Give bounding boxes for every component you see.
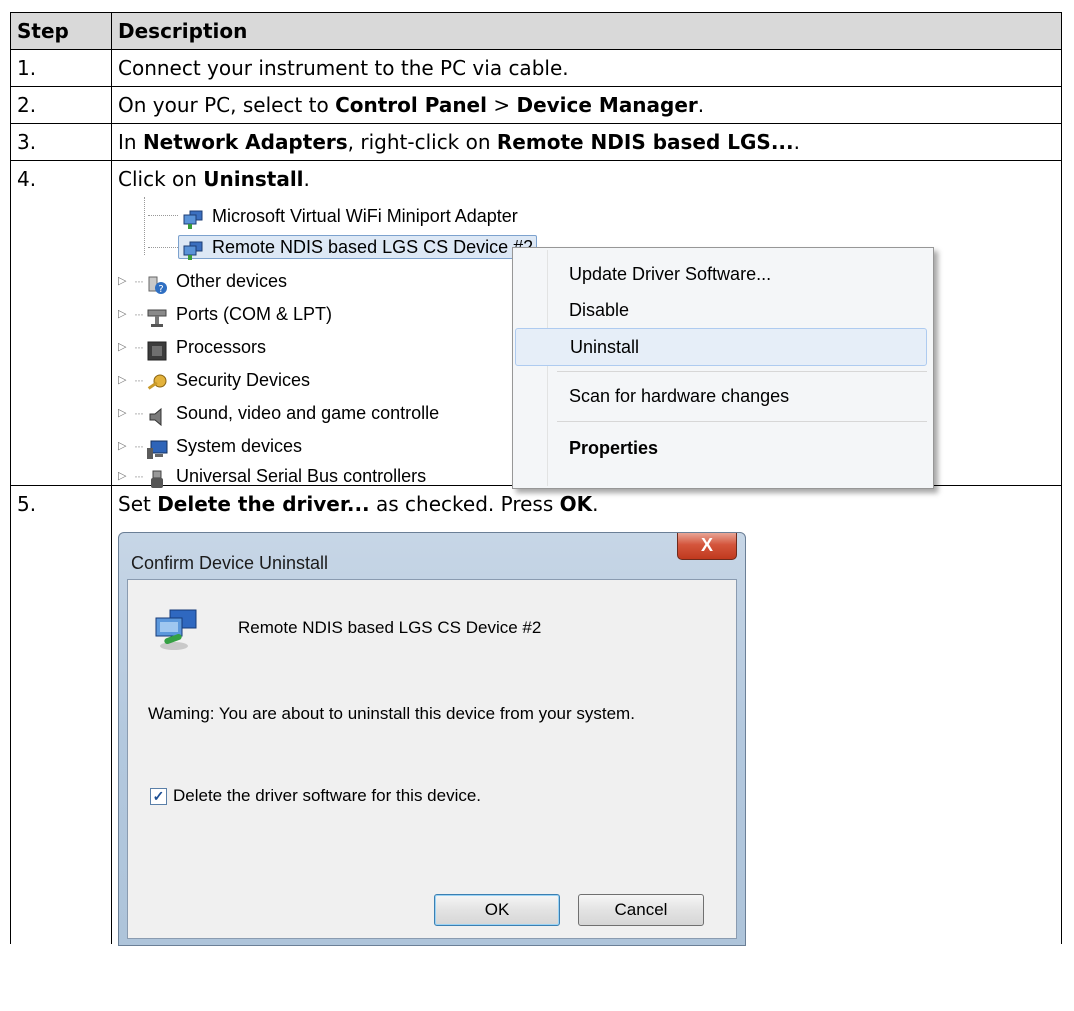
step-description: In Network Adapters, right-click on Remo… <box>111 123 1062 161</box>
tree-item-label: Ports (COM & LPT) <box>176 304 333 324</box>
menu-item-properties[interactable]: Properties <box>557 430 927 466</box>
tree-item-label: Security Devices <box>176 370 311 390</box>
menu-separator <box>557 371 927 372</box>
device-manager-screenshot: Microsoft Virtual WiFi Miniport Adapter … <box>118 197 948 489</box>
tree-item-label: Other devices <box>176 271 288 291</box>
step-bold-text: Control Panel <box>335 93 487 117</box>
step-description: On your PC, select to Control Panel > De… <box>111 86 1062 124</box>
tree-item-label: Universal Serial Bus controllers <box>176 466 427 486</box>
step-bold-text: Device Manager <box>516 93 698 117</box>
expand-arrow-icon[interactable]: ▷ <box>118 362 130 398</box>
step-number: 4. <box>10 160 112 486</box>
network-adapter-icon <box>182 206 204 229</box>
step-bold-text: OK <box>559 492 593 516</box>
step-text: . <box>592 492 599 516</box>
tree-item-ports[interactable]: ▷ ··· Ports (COM & LPT) <box>118 303 332 327</box>
context-menu: Update Driver Software... Disable Uninst… <box>512 247 934 489</box>
processor-icon <box>146 337 168 361</box>
step-text: In <box>118 130 143 154</box>
tree-item-other-devices[interactable]: ▷ ··· ? Other devices <box>118 270 287 295</box>
steps-table: Step Description 1. Connect your instrum… <box>10 12 1062 946</box>
tree-item-system-devices[interactable]: ▷ ··· System devices <box>118 435 302 459</box>
tree-item-security-devices[interactable]: ▷ ··· Security Devices <box>118 369 310 391</box>
tree-item-usb[interactable]: ▷ ··· Universal Serial Bus controllers <box>118 465 426 488</box>
expand-arrow-icon[interactable]: ▷ <box>118 395 130 431</box>
delete-driver-checkbox[interactable]: ✓ <box>150 787 167 805</box>
tree-item-label: Sound, video and game controlle <box>176 403 440 423</box>
menu-item-uninstall[interactable]: Uninstall <box>515 328 927 366</box>
menu-item-scan[interactable]: Scan for hardware changes <box>557 378 927 414</box>
step-bold-text: Remote NDIS based LGS... <box>496 130 794 154</box>
port-icon <box>146 304 168 327</box>
network-adapter-icon <box>182 237 204 260</box>
expand-arrow-icon[interactable]: ▷ <box>118 296 130 332</box>
table-row: 3. In Network Adapters, right-click on R… <box>10 123 1062 161</box>
step-text: Click on <box>118 167 204 191</box>
usb-icon <box>146 466 168 488</box>
step-description: Set Delete the driver... as checked. Pre… <box>111 485 1062 946</box>
expand-arrow-icon[interactable]: ▷ <box>118 329 130 365</box>
step-number: 3. <box>10 123 112 161</box>
header-step: Step <box>10 12 112 50</box>
expand-arrow-icon[interactable]: ▷ <box>118 263 130 299</box>
menu-item-update-driver[interactable]: Update Driver Software... <box>557 256 927 292</box>
checkbox-label: Delete the driver software for this devi… <box>173 786 482 805</box>
step-number: 2. <box>10 86 112 124</box>
table-header-row: Step Description <box>10 12 1062 50</box>
step-description: Click on Uninstall. Microsoft Virtual Wi… <box>111 160 1062 489</box>
tree-item-wifi-adapter[interactable]: Microsoft Virtual WiFi Miniport Adapter <box>182 205 518 229</box>
table-row: 2. On your PC, select to Control Panel >… <box>10 86 1062 124</box>
cancel-button[interactable]: Cancel <box>578 894 704 926</box>
warning-text: Waming: You are about to uninstall this … <box>148 704 635 723</box>
step-text: as checked. Press <box>369 492 560 516</box>
step-text: . <box>697 93 705 117</box>
tree-connector <box>148 247 178 248</box>
table-row: 4. Click on Uninstall. Microsoft Virtual… <box>10 160 1062 489</box>
tree-item-label: Remote NDIS based LGS CS Device #2 <box>212 237 534 257</box>
computer-icon <box>146 436 168 459</box>
menu-separator <box>557 421 927 422</box>
tree-connector <box>148 215 178 216</box>
header-description: Description <box>111 12 1062 50</box>
step-text: , right-click on <box>347 130 497 154</box>
menu-gutter <box>547 250 548 486</box>
network-device-icon <box>152 606 200 654</box>
tree-item-label: Processors <box>176 337 267 357</box>
tree-item-sound[interactable]: ▷ ··· Sound, video and game controlle <box>118 402 439 427</box>
confirm-dialog: Confirm Device Uninstall X Remote NDIS b… <box>118 532 746 946</box>
table-row: 5. Set Delete the driver... as checked. … <box>10 485 1062 946</box>
step-text: Connect your instrument to the PC via ca… <box>118 56 569 80</box>
step-number: 1. <box>10 49 112 87</box>
tree-item-remote-ndis[interactable]: Remote NDIS based LGS CS Device #2 <box>178 235 538 260</box>
step-text: Set <box>118 492 158 516</box>
expand-arrow-icon[interactable]: ▷ <box>118 458 130 494</box>
dialog-title: Confirm Device Uninstall <box>131 553 329 573</box>
delete-driver-option[interactable]: ✓ Delete the driver software for this de… <box>150 778 481 814</box>
step-text: . <box>793 130 800 154</box>
close-button[interactable]: X <box>677 533 737 560</box>
dialog-body: Remote NDIS based LGS CS Device #2 Wamin… <box>127 579 737 939</box>
tree-connector <box>144 197 145 255</box>
step-text: On your PC, select to <box>118 93 336 117</box>
step-bold-text: Uninstall <box>203 167 304 191</box>
step-description: Connect your instrument to the PC via ca… <box>111 49 1062 87</box>
menu-item-disable[interactable]: Disable <box>557 292 927 328</box>
unknown-device-icon: ? <box>146 271 168 295</box>
speaker-icon <box>146 403 168 427</box>
ok-button[interactable]: OK <box>434 894 560 926</box>
svg-text:?: ? <box>158 284 163 295</box>
table-row: 1. Connect your instrument to the PC via… <box>10 49 1062 87</box>
confirm-dialog-screenshot: Confirm Device Uninstall X Remote NDIS b… <box>118 532 758 946</box>
step-text: > <box>486 93 517 117</box>
key-icon <box>146 370 168 390</box>
step-text: . <box>303 167 310 191</box>
step-bold-text: Network Adapters <box>142 130 348 154</box>
step-number: 5. <box>10 485 112 944</box>
tree-item-processors[interactable]: ▷ ··· Processors <box>118 336 266 361</box>
device-name: Remote NDIS based LGS CS Device #2 <box>238 618 542 637</box>
step-bold-text: Delete the driver... <box>157 492 370 516</box>
